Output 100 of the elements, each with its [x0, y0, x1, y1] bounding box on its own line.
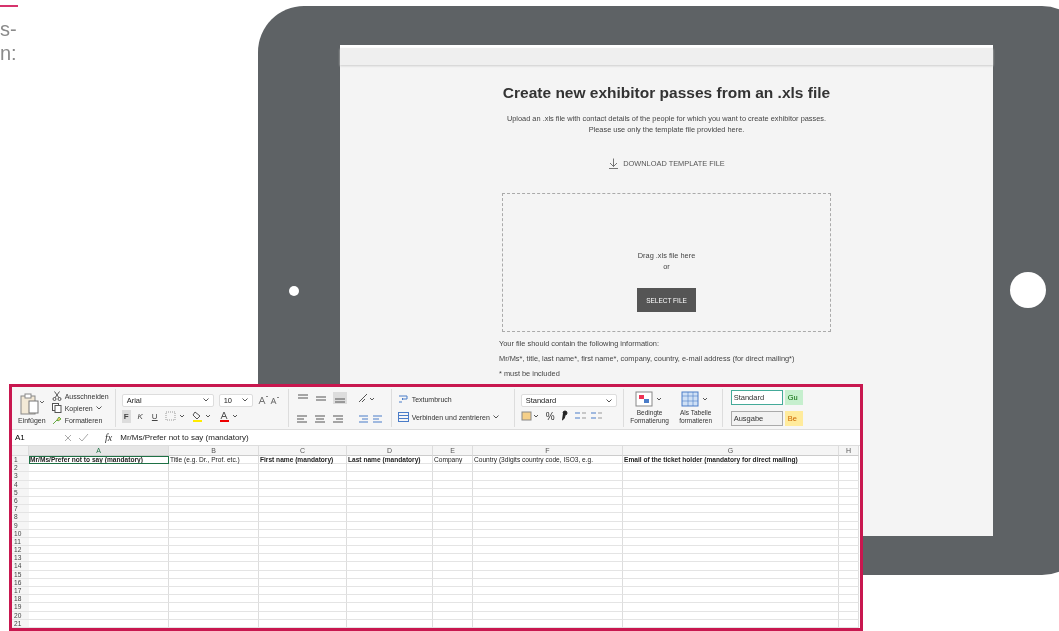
table-cell[interactable] — [169, 587, 259, 596]
table-cell[interactable] — [433, 587, 473, 596]
table-cell[interactable] — [473, 513, 623, 522]
table-cell[interactable] — [29, 496, 169, 506]
select-all-corner[interactable] — [12, 446, 29, 456]
table-cell[interactable] — [623, 488, 839, 497]
table-cell[interactable] — [259, 537, 347, 547]
table-cell[interactable] — [29, 472, 169, 481]
table-cell[interactable] — [623, 611, 839, 620]
table-cell[interactable] — [623, 595, 839, 604]
table-cell[interactable] — [347, 603, 433, 612]
table-cell[interactable] — [839, 578, 859, 587]
table-cell[interactable] — [169, 619, 259, 628]
table-cell[interactable] — [169, 464, 259, 473]
table-cell[interactable] — [839, 611, 859, 620]
table-cell[interactable] — [169, 562, 259, 571]
table-cell[interactable] — [623, 546, 839, 555]
table-cell[interactable] — [347, 488, 433, 497]
indent-icon[interactable] — [356, 413, 385, 425]
table-cell[interactable] — [473, 546, 623, 555]
table-cell[interactable] — [347, 464, 433, 473]
table-cell[interactable] — [259, 464, 347, 473]
table-cell[interactable] — [29, 578, 169, 587]
table-cell[interactable] — [259, 587, 347, 596]
table-cell[interactable] — [259, 578, 347, 587]
table-cell[interactable] — [839, 488, 859, 497]
table-cell[interactable] — [347, 578, 433, 587]
table-cell[interactable] — [169, 472, 259, 481]
table-cell[interactable] — [347, 619, 433, 628]
table-cell[interactable] — [473, 570, 623, 579]
table-cell[interactable] — [433, 562, 473, 571]
table-cell[interactable] — [169, 505, 259, 514]
table-cell[interactable] — [433, 472, 473, 481]
table-cell[interactable] — [839, 496, 859, 506]
table-cell[interactable] — [623, 578, 839, 587]
table-cell[interactable] — [169, 546, 259, 555]
table-cell[interactable] — [29, 562, 169, 571]
table-cell[interactable] — [433, 488, 473, 497]
table-cell[interactable] — [433, 537, 473, 547]
table-cell[interactable] — [259, 562, 347, 571]
table-cell[interactable] — [473, 578, 623, 587]
table-cell[interactable] — [433, 570, 473, 579]
table-cell[interactable] — [259, 603, 347, 612]
table-cell[interactable] — [623, 505, 839, 514]
table-cell[interactable] — [839, 546, 859, 555]
table-cell[interactable] — [29, 513, 169, 522]
table-cell[interactable] — [259, 546, 347, 555]
table-cell[interactable] — [169, 488, 259, 497]
table-cell[interactable] — [433, 595, 473, 604]
table-cell[interactable] — [623, 587, 839, 596]
table-cell[interactable] — [259, 595, 347, 604]
table-cell[interactable] — [169, 611, 259, 620]
table-cell[interactable] — [347, 505, 433, 514]
table-cell[interactable] — [433, 496, 473, 506]
table-cell[interactable] — [29, 505, 169, 514]
table-cell[interactable] — [623, 472, 839, 481]
table-cell[interactable] — [839, 603, 859, 612]
table-cell[interactable] — [839, 587, 859, 596]
home-button[interactable] — [1010, 272, 1046, 308]
table-cell[interactable] — [347, 546, 433, 555]
table-cell[interactable] — [169, 521, 259, 530]
table-cell[interactable] — [433, 554, 473, 563]
table-cell[interactable] — [347, 595, 433, 604]
table-cell[interactable] — [623, 537, 839, 547]
table-cell[interactable] — [259, 521, 347, 530]
table-cell[interactable] — [839, 456, 859, 465]
table-cell[interactable] — [259, 488, 347, 497]
table-cell[interactable] — [839, 595, 859, 604]
table-cell[interactable] — [623, 513, 839, 522]
table-cell[interactable] — [839, 513, 859, 522]
table-cell[interactable] — [839, 480, 859, 489]
table-cell[interactable] — [839, 554, 859, 563]
table-cell[interactable] — [169, 554, 259, 563]
table-cell[interactable] — [623, 603, 839, 612]
table-cell[interactable] — [347, 496, 433, 506]
table-cell[interactable] — [259, 472, 347, 481]
name-box[interactable]: A1 — [15, 433, 55, 442]
table-cell[interactable] — [29, 546, 169, 555]
table-cell[interactable] — [623, 496, 839, 506]
percent-button[interactable]: % — [545, 410, 555, 422]
table-cell[interactable] — [473, 595, 623, 604]
table-cell[interactable] — [169, 595, 259, 604]
table-cell[interactable] — [839, 570, 859, 579]
table-cell[interactable] — [473, 603, 623, 612]
table-cell[interactable] — [473, 562, 623, 571]
table-cell[interactable] — [473, 480, 623, 489]
table-cell[interactable] — [473, 521, 623, 530]
comma-style-icon[interactable] — [559, 410, 568, 422]
table-cell[interactable] — [347, 611, 433, 620]
table-cell[interactable] — [473, 587, 623, 596]
table-cell[interactable] — [29, 570, 169, 579]
table-cell[interactable] — [623, 562, 839, 571]
bold-button[interactable]: F — [121, 409, 131, 423]
table-cell[interactable] — [473, 537, 623, 547]
table-cell[interactable] — [433, 464, 473, 473]
table-cell[interactable] — [169, 529, 259, 538]
currency-icon[interactable] — [520, 411, 541, 421]
table-cell[interactable] — [473, 619, 623, 628]
table-cell[interactable] — [29, 529, 169, 538]
table-cell[interactable] — [839, 464, 859, 473]
